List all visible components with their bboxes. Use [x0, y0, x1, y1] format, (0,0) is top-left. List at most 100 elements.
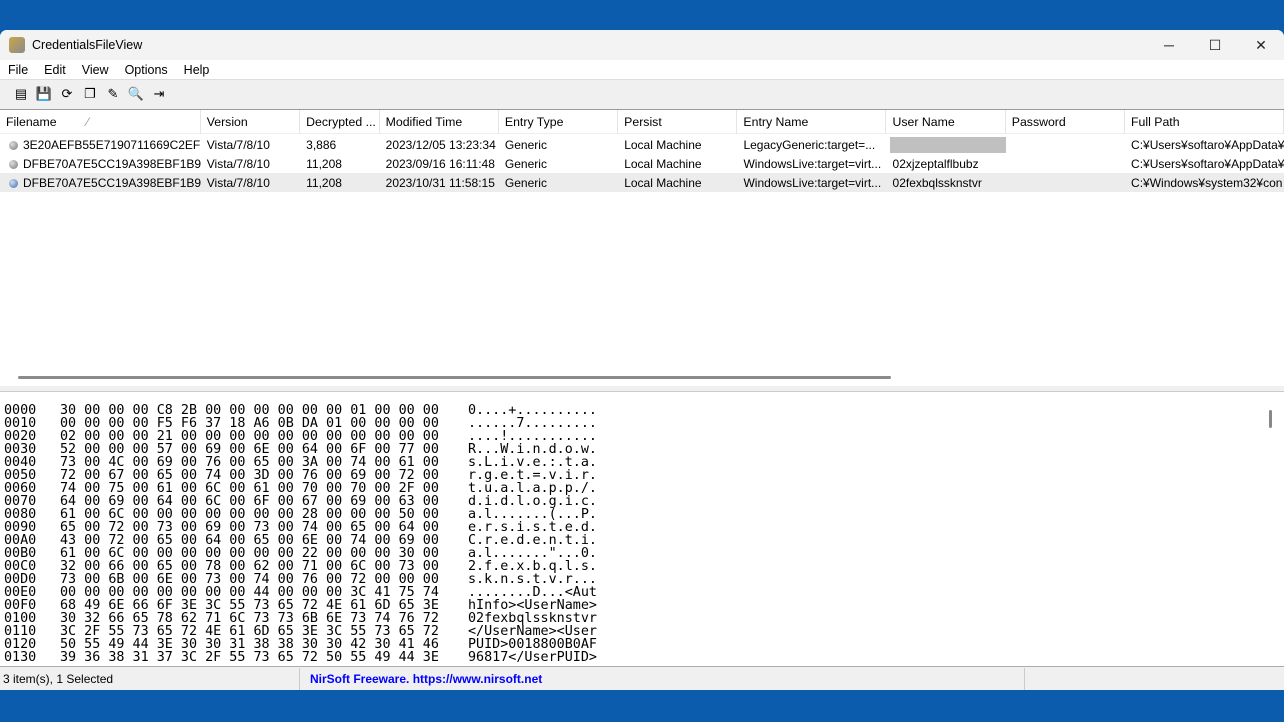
copy-icon[interactable]: ❐	[81, 85, 99, 103]
table-cell: C:¥Users¥softaro¥AppData¥	[1125, 157, 1284, 171]
window-title: CredentialsFileView	[32, 38, 143, 52]
cell-text: DFBE70A7E5CC19A398EBF1B968...	[23, 156, 201, 171]
horizontal-scrollbar[interactable]	[18, 376, 891, 379]
table-cell: Vista/7/8/10	[201, 157, 300, 171]
cell-text: 02xjzeptalflbubz	[892, 156, 979, 171]
table-cell: C:¥Windows¥system32¥con	[1125, 176, 1284, 190]
cell-text: Generic	[504, 137, 547, 152]
column-header-label: User Name	[892, 115, 955, 129]
cell-text: Vista/7/8/10	[206, 175, 270, 190]
table-row[interactable]: 3E20AEFB55E7190711669C2EFB5... Vista/7/8/…	[0, 135, 1284, 154]
table-cell: Generic	[499, 157, 618, 171]
sort-arrow-icon: ⁄	[86, 115, 89, 129]
cell-text: Local Machine	[624, 175, 702, 190]
column-header[interactable]: Full Path	[1125, 110, 1284, 134]
cell-text: Local Machine	[624, 137, 702, 152]
table-cell: Generic	[499, 176, 618, 190]
hex-offset: 0130	[4, 650, 37, 665]
column-header[interactable]: User Name	[886, 110, 1006, 134]
cell-text: 02fexbqlssknstvr	[892, 175, 982, 190]
table-cell: Local Machine	[618, 157, 737, 171]
hex-bytes: 39 36 38 31 37 3C 2F 55 73 65 72 50 55 4…	[60, 650, 439, 665]
table-cell: 11,208	[300, 176, 380, 190]
properties-icon[interactable]: ▤	[12, 85, 30, 103]
cell-text: DFBE70A7E5CC19A398EBF1B968...	[23, 175, 201, 190]
cell-text: Vista/7/8/10	[206, 156, 270, 171]
redacted-username	[889, 136, 1006, 153]
cell-text: 3,886	[306, 137, 337, 152]
column-header-label: Decrypted ...	[306, 115, 376, 129]
column-header[interactable]: Entry Name	[737, 110, 887, 134]
cell-text: 2023/09/16 16:11:48	[385, 156, 495, 171]
find-icon[interactable]: 🔍	[127, 85, 145, 103]
cell-text: 11,208	[306, 175, 342, 190]
cell-text: C:¥Users¥softaro¥AppData¥	[1131, 137, 1284, 152]
cell-text: C:¥Windows¥system32¥con	[1131, 175, 1283, 190]
minimize-button[interactable]: ─	[1146, 30, 1192, 60]
table-cell: 2023/09/16 16:11:48	[380, 157, 499, 171]
column-header-label: Persist	[624, 115, 662, 129]
cell-text: Generic	[504, 156, 547, 171]
table-cell: Local Machine	[618, 176, 737, 190]
table-cell: WindowsLive:target=virt...	[737, 176, 886, 190]
cell-text: LegacyGeneric:target=...	[743, 137, 876, 152]
cell-text: 3E20AEFB55E7190711669C2EFB5...	[23, 137, 201, 152]
refresh-icon[interactable]: ⟳	[58, 85, 76, 103]
menu-file[interactable]: File	[0, 63, 36, 77]
table-row[interactable]: DFBE70A7E5CC19A398EBF1B968... Vista/7/8/1…	[0, 154, 1284, 173]
table-cell: 2023/10/31 11:58:15	[380, 176, 499, 190]
hex-dump-pane: 0000 30 00 00 00 C8 2B 00 00 00 00 00 00 …	[0, 391, 1284, 666]
menu-bar: File Edit View Options Help	[0, 60, 1284, 80]
table-cell: Generic	[499, 138, 618, 152]
column-header-label: Entry Name	[743, 115, 809, 129]
maximize-button[interactable]: ☐	[1192, 30, 1238, 60]
cell-text: Vista/7/8/10	[206, 137, 270, 152]
table-cell: 02xjzeptalflbubz	[887, 157, 1006, 171]
options-icon[interactable]: ✎	[104, 85, 122, 103]
status-items: 3 item(s), 1 Selected	[0, 667, 300, 690]
list-header: Filename ⁄ Version Decrypted ... Modified Ti…	[0, 110, 1284, 134]
menu-help[interactable]: Help	[176, 63, 218, 77]
status-empty	[1025, 668, 1284, 690]
column-header-label: Password	[1011, 115, 1066, 129]
table-row[interactable]: DFBE70A7E5CC19A398EBF1B968... Vista/7/8/1…	[0, 173, 1284, 192]
table-cell: DFBE70A7E5CC19A398EBF1B968...	[0, 157, 201, 171]
menu-view[interactable]: View	[74, 63, 117, 77]
close-button[interactable]: ✕	[1238, 30, 1284, 60]
nirsoft-link[interactable]: NirSoft Freeware. https://www.nirsoft.ne…	[300, 667, 1025, 690]
hex-ascii: 96817</UserPUID>	[468, 650, 597, 665]
cell-text: 2023/12/05 13:23:34	[385, 137, 496, 152]
app-icon	[9, 37, 25, 53]
table-cell: DFBE70A7E5CC19A398EBF1B968...	[0, 176, 201, 190]
cell-text: Local Machine	[624, 156, 702, 171]
cell-text: WindowsLive:target=virt...	[743, 156, 882, 171]
column-header[interactable]: Entry Type	[499, 110, 619, 134]
cell-text: 11,208	[306, 156, 342, 171]
credential-icon	[9, 159, 18, 169]
column-header[interactable]: Password	[1006, 110, 1126, 134]
column-header[interactable]: Version	[201, 110, 301, 134]
column-header-label: Filename	[6, 115, 57, 129]
table-cell: 2023/12/05 13:23:34	[380, 138, 499, 152]
column-header[interactable]: Filename ⁄	[0, 110, 201, 134]
table-cell: Vista/7/8/10	[201, 176, 300, 190]
table-cell: 3,886	[300, 138, 380, 152]
table-cell: Vista/7/8/10	[201, 138, 300, 152]
table-cell: C:¥Users¥softaro¥AppData¥	[1125, 138, 1284, 152]
column-header[interactable]: Persist	[618, 110, 738, 134]
column-header-label: Full Path	[1131, 115, 1180, 129]
column-header[interactable]: Decrypted ...	[300, 110, 380, 134]
toolbar: ▤ 💾 ⟳ ❐ ✎ 🔍 ⇥	[0, 81, 1284, 107]
status-bar: 3 item(s), 1 Selected NirSoft Freeware. …	[0, 666, 1284, 690]
exit-icon[interactable]: ⇥	[150, 85, 168, 103]
save-icon[interactable]: 💾	[35, 85, 53, 103]
table-cell: 3E20AEFB55E7190711669C2EFB5...	[0, 138, 201, 152]
cell-text: 2023/10/31 11:58:15	[385, 175, 495, 190]
app-window: CredentialsFileView ─ ☐ ✕ File Edit View…	[0, 30, 1284, 690]
column-header[interactable]: Modified Time	[380, 110, 499, 134]
menu-options[interactable]: Options	[117, 63, 176, 77]
globe-icon	[9, 178, 18, 188]
menu-edit[interactable]: Edit	[36, 63, 74, 77]
vertical-scrollbar[interactable]	[1269, 410, 1272, 428]
cell-text: WindowsLive:target=virt...	[743, 175, 882, 190]
